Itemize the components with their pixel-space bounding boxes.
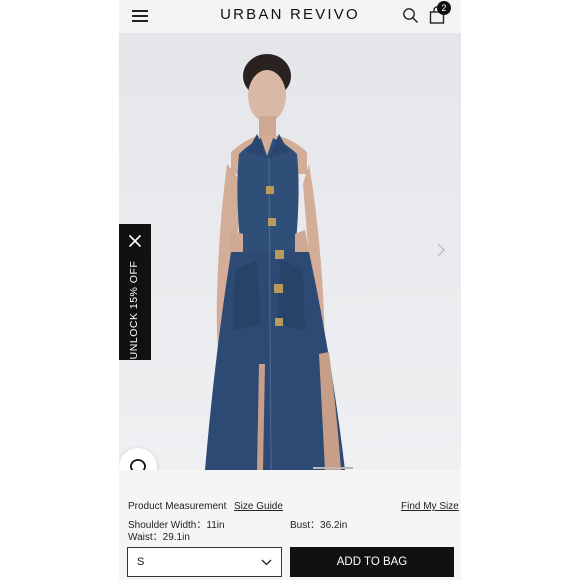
product-info-panel: Product Measurement Size Guide Find My S… bbox=[119, 470, 461, 580]
promo-label: UNLOCK 15% OFF bbox=[128, 260, 140, 360]
top-header: URBAN REVIVO 2 bbox=[119, 0, 461, 34]
selected-size: S bbox=[137, 556, 145, 568]
unlock-discount-tab[interactable]: UNLOCK 15% OFF bbox=[119, 224, 151, 360]
product-measurement-label: Product Measurement bbox=[128, 501, 227, 512]
add-to-bag-button[interactable]: ADD TO BAG bbox=[290, 547, 454, 577]
product-image[interactable] bbox=[119, 34, 461, 470]
size-dropdown[interactable]: S bbox=[127, 547, 282, 577]
mobile-screen: URBAN REVIVO 2 UNLOCK 15% OFF Product Me… bbox=[119, 0, 461, 580]
size-guide-link[interactable]: Size Guide bbox=[234, 501, 283, 512]
chevron-right-icon[interactable] bbox=[436, 242, 446, 258]
find-my-size-link[interactable]: Find My Size bbox=[401, 501, 459, 512]
model-in-denim-dress-image bbox=[205, 54, 345, 470]
bust-value: Bust：36.2in bbox=[290, 520, 348, 531]
waist-value: Waist：29.1in bbox=[128, 532, 190, 543]
image-slide-indicator bbox=[313, 467, 353, 469]
search-icon bbox=[403, 8, 418, 23]
search-button[interactable] bbox=[402, 7, 419, 24]
chevron-down-icon bbox=[261, 559, 272, 566]
cart-count-badge: 2 bbox=[437, 1, 451, 15]
